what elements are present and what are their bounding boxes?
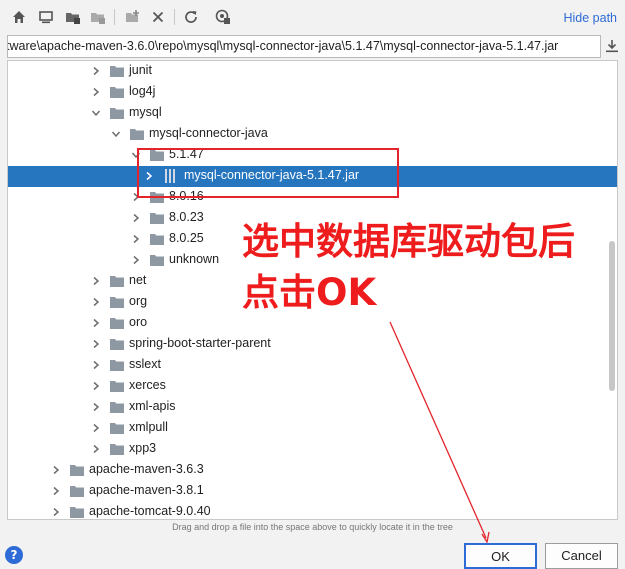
chevron-right-icon[interactable] (91, 318, 101, 328)
refresh-icon[interactable] (182, 8, 200, 26)
tree-item-label: net (129, 273, 147, 287)
path-input-value: tware\apache-maven-3.6.0\repo\mysql\mysq… (7, 39, 559, 53)
chevron-down-icon[interactable] (111, 129, 121, 139)
tree-item-label: apache-tomcat-9.0.40 (89, 504, 211, 518)
tree-item-folder[interactable]: apache-maven-3.8.1 (8, 481, 617, 502)
folder-icon (70, 485, 84, 497)
delete-icon[interactable] (149, 8, 167, 26)
folder-icon (110, 422, 124, 434)
tree-item-folder[interactable]: apache-tomcat-9.0.40 (8, 502, 617, 519)
tree-item-folder[interactable]: spring-boot-starter-parent (8, 334, 617, 355)
tree-item-folder[interactable]: xml-apis (8, 397, 617, 418)
tree-item-label: 8.0.25 (169, 231, 204, 245)
chevron-right-icon[interactable] (91, 276, 101, 286)
project-icon[interactable] (64, 8, 82, 26)
help-button[interactable]: ? (5, 546, 23, 564)
tree-item-label: apache-maven-3.6.3 (89, 462, 204, 476)
tree-item-folder[interactable]: mysql-connector-java (8, 124, 617, 145)
chevron-right-icon[interactable] (51, 465, 61, 475)
tree-item-folder[interactable]: xmlpull (8, 418, 617, 439)
hide-path-link[interactable]: Hide path (563, 11, 617, 25)
chevron-right-icon[interactable] (91, 297, 101, 307)
toolbar-separator (174, 9, 175, 25)
tree-item-folder[interactable]: xerces (8, 376, 617, 397)
folder-icon (150, 212, 164, 224)
tree-item-label: sslext (129, 357, 161, 371)
tree-item-label: org (129, 294, 148, 308)
tree-item-label: unknown (169, 252, 220, 266)
chevron-right-icon[interactable] (91, 87, 101, 97)
tree-item-folder[interactable]: sslext (8, 355, 617, 376)
folder-icon (110, 338, 124, 350)
tree-item-label: mysql (129, 105, 162, 119)
chevron-right-icon[interactable] (131, 234, 141, 244)
file-chooser-dialog: Hide path tware\apache-maven-3.6.0\repo\… (0, 0, 625, 569)
ok-button[interactable]: OK (464, 543, 537, 569)
folder-icon (70, 506, 84, 518)
tree-item-label: apache-maven-3.8.1 (89, 483, 204, 497)
folder-icon (110, 443, 124, 455)
folder-icon (110, 359, 124, 371)
chevron-right-icon[interactable] (91, 66, 101, 76)
desktop-icon[interactable] (37, 8, 55, 26)
folder-icon (110, 65, 124, 77)
chevron-right-icon[interactable] (91, 444, 101, 454)
annotation-line-1: 选中数据库驱动包后 (242, 220, 575, 263)
folder-icon (130, 128, 144, 140)
cancel-button[interactable]: Cancel (545, 543, 618, 569)
folder-icon (110, 401, 124, 413)
chevron-right-icon[interactable] (131, 213, 141, 223)
show-hidden-icon[interactable] (214, 8, 232, 26)
drag-drop-hint: Drag and drop a file into the space abov… (172, 522, 453, 532)
chevron-down-icon[interactable] (91, 108, 101, 118)
annotation-line-2: 点击OK (242, 271, 377, 314)
tree-item-folder[interactable]: xpp3 (8, 439, 617, 460)
chevron-right-icon[interactable] (91, 402, 101, 412)
tree-item-folder[interactable]: apache-maven-3.6.3 (8, 460, 617, 481)
chevron-right-icon[interactable] (91, 360, 101, 370)
tree-item-folder[interactable]: log4j (8, 82, 617, 103)
tree-item-label: 8.0.23 (169, 210, 204, 224)
chevron-right-icon[interactable] (131, 255, 141, 265)
tree-item-label: xpp3 (129, 441, 157, 455)
folder-icon (110, 296, 124, 308)
path-input[interactable]: tware\apache-maven-3.6.0\repo\mysql\mysq… (7, 35, 601, 58)
folder-icon (110, 107, 124, 119)
tree-item-label: xmlpull (129, 420, 168, 434)
folder-icon (110, 317, 124, 329)
download-icon[interactable] (604, 38, 620, 54)
folder-icon (70, 464, 84, 476)
toolbar-separator (114, 9, 115, 25)
tree-item-label: spring-boot-starter-parent (129, 336, 271, 350)
tree-item-folder[interactable]: mysql (8, 103, 617, 124)
chevron-right-icon[interactable] (51, 507, 61, 517)
chevron-right-icon[interactable] (91, 339, 101, 349)
tree-item-label: oro (129, 315, 148, 329)
tree-item-label: junit (129, 63, 152, 77)
module-icon[interactable] (89, 8, 107, 26)
folder-icon (110, 380, 124, 392)
toolbar: Hide path (0, 0, 625, 34)
highlight-box (137, 148, 399, 198)
folder-icon (150, 233, 164, 245)
annotation-text: 选中数据库驱动包后 点击OK (242, 216, 602, 318)
tree-item-label: xml-apis (129, 399, 176, 413)
tree-item-label: log4j (129, 84, 156, 98)
new-folder-icon[interactable] (124, 8, 142, 26)
chevron-right-icon[interactable] (91, 381, 101, 391)
chevron-right-icon[interactable] (91, 423, 101, 433)
tree-item-label: xerces (129, 378, 166, 392)
folder-icon (110, 86, 124, 98)
folder-icon (110, 275, 124, 287)
chevron-right-icon[interactable] (51, 486, 61, 496)
folder-icon (150, 254, 164, 266)
tree-item-folder[interactable]: junit (8, 61, 617, 82)
tree-item-label: mysql-connector-java (149, 126, 268, 140)
home-icon[interactable] (10, 8, 28, 26)
